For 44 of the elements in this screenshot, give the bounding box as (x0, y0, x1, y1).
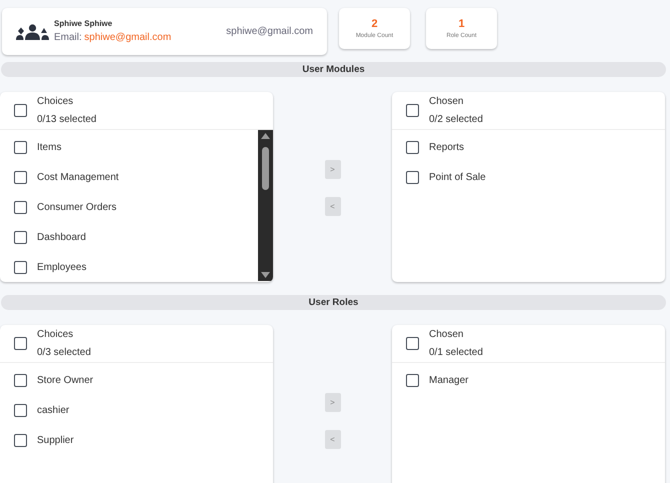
selected-count: 0/1 selected (429, 346, 483, 360)
checkbox[interactable] (14, 337, 27, 350)
checkbox[interactable] (14, 171, 27, 184)
checkbox[interactable] (14, 261, 27, 274)
checkbox[interactable] (406, 141, 419, 154)
section-header: User Modules (1, 62, 666, 77)
checkbox[interactable] (14, 231, 27, 244)
checkbox[interactable] (14, 404, 27, 417)
list-title: Choices (37, 95, 74, 109)
list-title: Chosen (429, 95, 464, 109)
list-title: Chosen (429, 328, 464, 342)
list-item-label[interactable]: Employees (37, 260, 86, 275)
scrollbar[interactable] (258, 130, 273, 281)
list-item-label[interactable]: Consumer Orders (37, 200, 116, 215)
list-item-label[interactable]: cashier (37, 403, 70, 418)
selected-count: 0/13 selected (37, 113, 96, 127)
checkbox[interactable] (406, 374, 419, 387)
users-icon (16, 24, 49, 40)
email-text: sphiwe@gmail.com (226, 25, 313, 39)
list-item-label[interactable]: Items (37, 140, 62, 155)
checkbox[interactable] (406, 337, 419, 350)
selected-count: 0/3 selected (37, 346, 91, 360)
list-item-label[interactable]: Supplier (37, 433, 74, 448)
checkbox[interactable] (406, 171, 419, 184)
list-item-label[interactable]: Manager (429, 373, 468, 388)
checkbox[interactable] (14, 141, 27, 154)
count-value: 1 (458, 16, 465, 32)
list-item-label[interactable]: Reports (429, 140, 464, 155)
checkbox[interactable] (14, 434, 27, 447)
email-value: sphiwe@gmail.com (84, 31, 172, 45)
checkbox[interactable] (14, 201, 27, 214)
section-header: User Roles (1, 295, 666, 310)
user-name: Sphiwe Sphiwe (54, 18, 114, 30)
count-value: 2 (371, 16, 378, 32)
list-title: Choices (37, 328, 74, 342)
checkbox[interactable] (14, 104, 27, 117)
list-item-label[interactable]: Cost Management (37, 170, 119, 185)
email-label: Email: (54, 31, 82, 45)
checkbox[interactable] (406, 104, 419, 117)
selected-count: 0/2 selected (429, 113, 483, 127)
list-item-label[interactable]: Point of Sale (429, 170, 486, 185)
list-item-label[interactable]: Dashboard (37, 230, 86, 245)
list-item-label[interactable]: Store Owner (37, 373, 94, 388)
checkbox[interactable] (14, 374, 27, 387)
